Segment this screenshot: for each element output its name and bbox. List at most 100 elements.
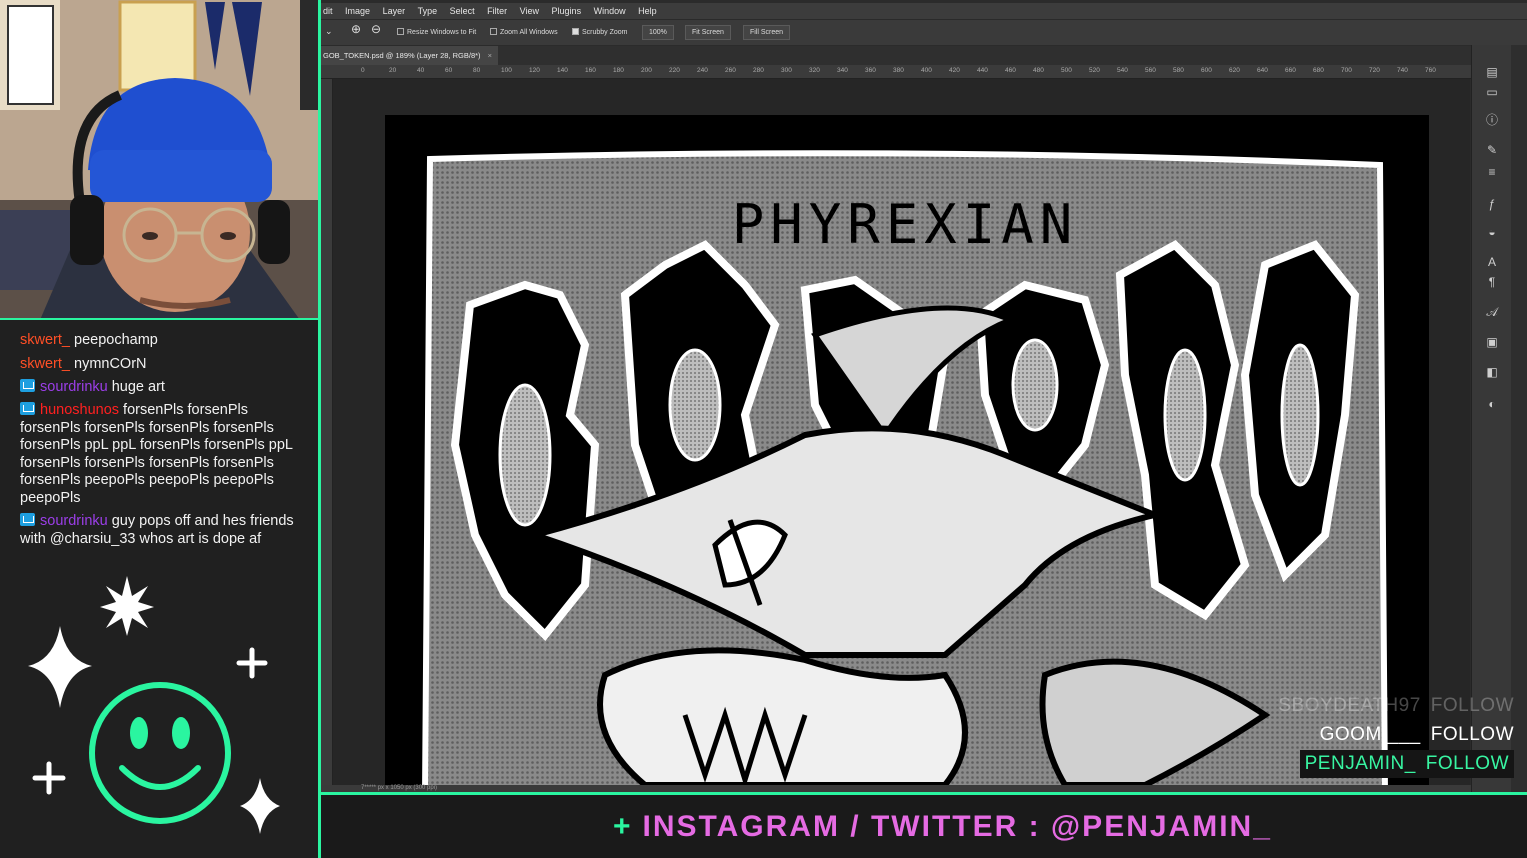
sparkle-icon [240, 778, 280, 834]
menu-filter[interactable]: Filter [487, 3, 507, 19]
photoshop-window: dit Image Layer Type Select Filter View … [321, 0, 1527, 792]
chat-text: huge art [111, 379, 165, 395]
chat-username[interactable]: sourdrinku [40, 379, 108, 395]
webcam-feed [0, 0, 318, 320]
artwork-title: PHYREXIAN [732, 193, 1079, 256]
zoom-out-icon[interactable]: ⊖ [371, 23, 381, 35]
ruler-tick-label: 420 [949, 67, 960, 74]
ruler-tick-label: 560 [1145, 67, 1156, 74]
close-icon[interactable]: × [488, 51, 492, 60]
ruler-tick-label: 120 [529, 67, 540, 74]
info-icon[interactable]: ⓘ [1483, 111, 1501, 129]
menu-help[interactable]: Help [638, 3, 657, 19]
menu-bar: dit Image Layer Type Select Filter View … [321, 3, 1527, 19]
resize-windows-checkbox[interactable]: Resize Windows to Fit [397, 27, 476, 39]
ruler-tick-label: 440 [977, 67, 988, 74]
paragraph-icon[interactable]: ¶ [1483, 273, 1501, 291]
fx-icon[interactable]: ƒ [1483, 195, 1501, 213]
fill-screen-button[interactable]: Fill Screen [743, 25, 791, 40]
menu-window[interactable]: Window [594, 3, 626, 19]
ruler-tick-label: 620 [1229, 67, 1240, 74]
ruler-tick-label: 760 [1425, 67, 1436, 74]
status-text: 7***** px x 1050 px (300 ppi) [361, 785, 438, 791]
plus-icon: + [613, 810, 633, 843]
social-handles: + INSTAGRAM / TWITTER : @PENJAMIN_ [613, 810, 1272, 844]
ruler-tick-label: 100 [501, 67, 512, 74]
menu-layer[interactable]: Layer [383, 3, 406, 19]
ruler-tick-label: 40 [417, 67, 425, 74]
zoom-all-checkbox[interactable]: Zoom All Windows [490, 27, 558, 39]
ruler-tick-label: 280 [753, 67, 764, 74]
document-tab-title: GOB_TOKEN.psd @ 189% (Layer 28, RGB/8*) [323, 51, 481, 60]
color-icon[interactable]: ◐ [1483, 395, 1501, 413]
plus-icon [32, 761, 66, 795]
horizontal-ruler[interactable]: 0 20 40 60 80 100 120 140 160 180 200 220 240 260 280 3… [321, 65, 1471, 79]
options-bar: ⌄ ⊕ ⊖ Resize Windows to Fit Zoom All Win… [321, 19, 1527, 45]
document-tab[interactable]: GOB_TOKEN.psd @ 189% (Layer 28, RGB/8*) … [321, 46, 499, 65]
follower-name: SBOYDEATH97 [1278, 695, 1421, 716]
follow-label: FOLLOW [1430, 724, 1514, 745]
ruler-tick-label: 140 [557, 67, 568, 74]
social-text: INSTAGRAM / TWITTER : @PENJAMIN_ [642, 810, 1272, 843]
menu-edit[interactable]: dit [323, 3, 333, 19]
ruler-tick-label: 360 [865, 67, 876, 74]
ruler-tick-label: 260 [725, 67, 736, 74]
artwork-canvas[interactable]: PHYREXIAN [385, 115, 1429, 785]
ruler-tick-label: 520 [1089, 67, 1100, 74]
chat-username[interactable]: skwert_ [20, 332, 70, 348]
ruler-tick-label: 460 [1005, 67, 1016, 74]
chat-panel: skwert_ peepochamp skwert_ nymnCOrN sour… [0, 320, 318, 858]
layers-icon[interactable]: ◧ [1483, 363, 1501, 381]
follow-alert: GOOMI___ FOLLOW [1194, 721, 1514, 750]
ruler-tick-label: 200 [641, 67, 652, 74]
library-icon[interactable]: ▣ [1483, 333, 1501, 351]
chat-username[interactable]: hunoshunos [40, 402, 119, 418]
comment-icon[interactable]: ▭ [1483, 83, 1501, 101]
fit-screen-button[interactable]: Fit Screen [685, 25, 731, 40]
subscriber-badge-icon [20, 402, 35, 415]
menu-image[interactable]: Image [345, 3, 370, 19]
ruler-tick-label: 660 [1285, 67, 1296, 74]
ruler-tick-label: 20 [389, 67, 397, 74]
menu-type[interactable]: Type [418, 3, 438, 19]
ruler-tick-label: 340 [837, 67, 848, 74]
layers-panel-edge[interactable] [1511, 45, 1527, 792]
status-bar: 7***** px x 1050 px (300 ppi) [321, 785, 1471, 792]
ruler-tick-label: 0 [361, 67, 365, 74]
follower-name: PENJAMIN_ [1304, 753, 1416, 774]
ruler-tick-label: 720 [1369, 67, 1380, 74]
shapes-icon[interactable]: ◒ [1483, 223, 1501, 241]
vertical-ruler[interactable] [321, 79, 333, 789]
chevron-down-icon[interactable]: ⌄ [325, 25, 333, 37]
ruler-tick-label: 180 [613, 67, 624, 74]
webcam-image [0, 0, 318, 320]
adjustments-icon[interactable]: ≡ [1483, 163, 1501, 181]
chat-text: peepochamp [74, 332, 158, 348]
follow-label: FOLLOW [1430, 695, 1514, 716]
menu-view[interactable]: View [520, 3, 539, 19]
menu-select[interactable]: Select [450, 3, 475, 19]
scrubby-zoom-checkbox[interactable]: Scrubby Zoom [572, 27, 628, 39]
ruler-tick-label: 300 [781, 67, 792, 74]
chat-username[interactable]: skwert_ [20, 356, 70, 372]
history-icon[interactable]: ▤ [1483, 63, 1501, 81]
canvas-area[interactable]: PHYREXIAN [333, 79, 1470, 785]
decor-graphics [28, 576, 280, 834]
zoom-value-field[interactable]: 100% [642, 25, 674, 40]
document-tab-bar: GOB_TOKEN.psd @ 189% (Layer 28, RGB/8*) … [321, 46, 1471, 65]
ruler-tick-label: 740 [1397, 67, 1408, 74]
ruler-tick-label: 60 [445, 67, 453, 74]
menu-plugins[interactable]: Plugins [552, 3, 582, 19]
ruler-tick-label: 640 [1257, 67, 1268, 74]
glyphs-icon[interactable]: 𝒜 [1483, 303, 1501, 321]
zoom-in-icon[interactable]: ⊕ [351, 23, 361, 35]
brush-icon[interactable]: ✎ [1483, 141, 1501, 159]
ruler-tick-label: 400 [921, 67, 932, 74]
ruler-tick-label: 700 [1341, 67, 1352, 74]
character-icon[interactable]: A [1483, 253, 1501, 271]
subscriber-badge-icon [20, 513, 35, 526]
follower-name: GOOMI___ [1319, 724, 1421, 745]
chat-text: nymnCOrN [74, 356, 147, 372]
chat-username[interactable]: sourdrinku [40, 513, 108, 529]
chat-message: sourdrinku huge art [20, 379, 305, 397]
